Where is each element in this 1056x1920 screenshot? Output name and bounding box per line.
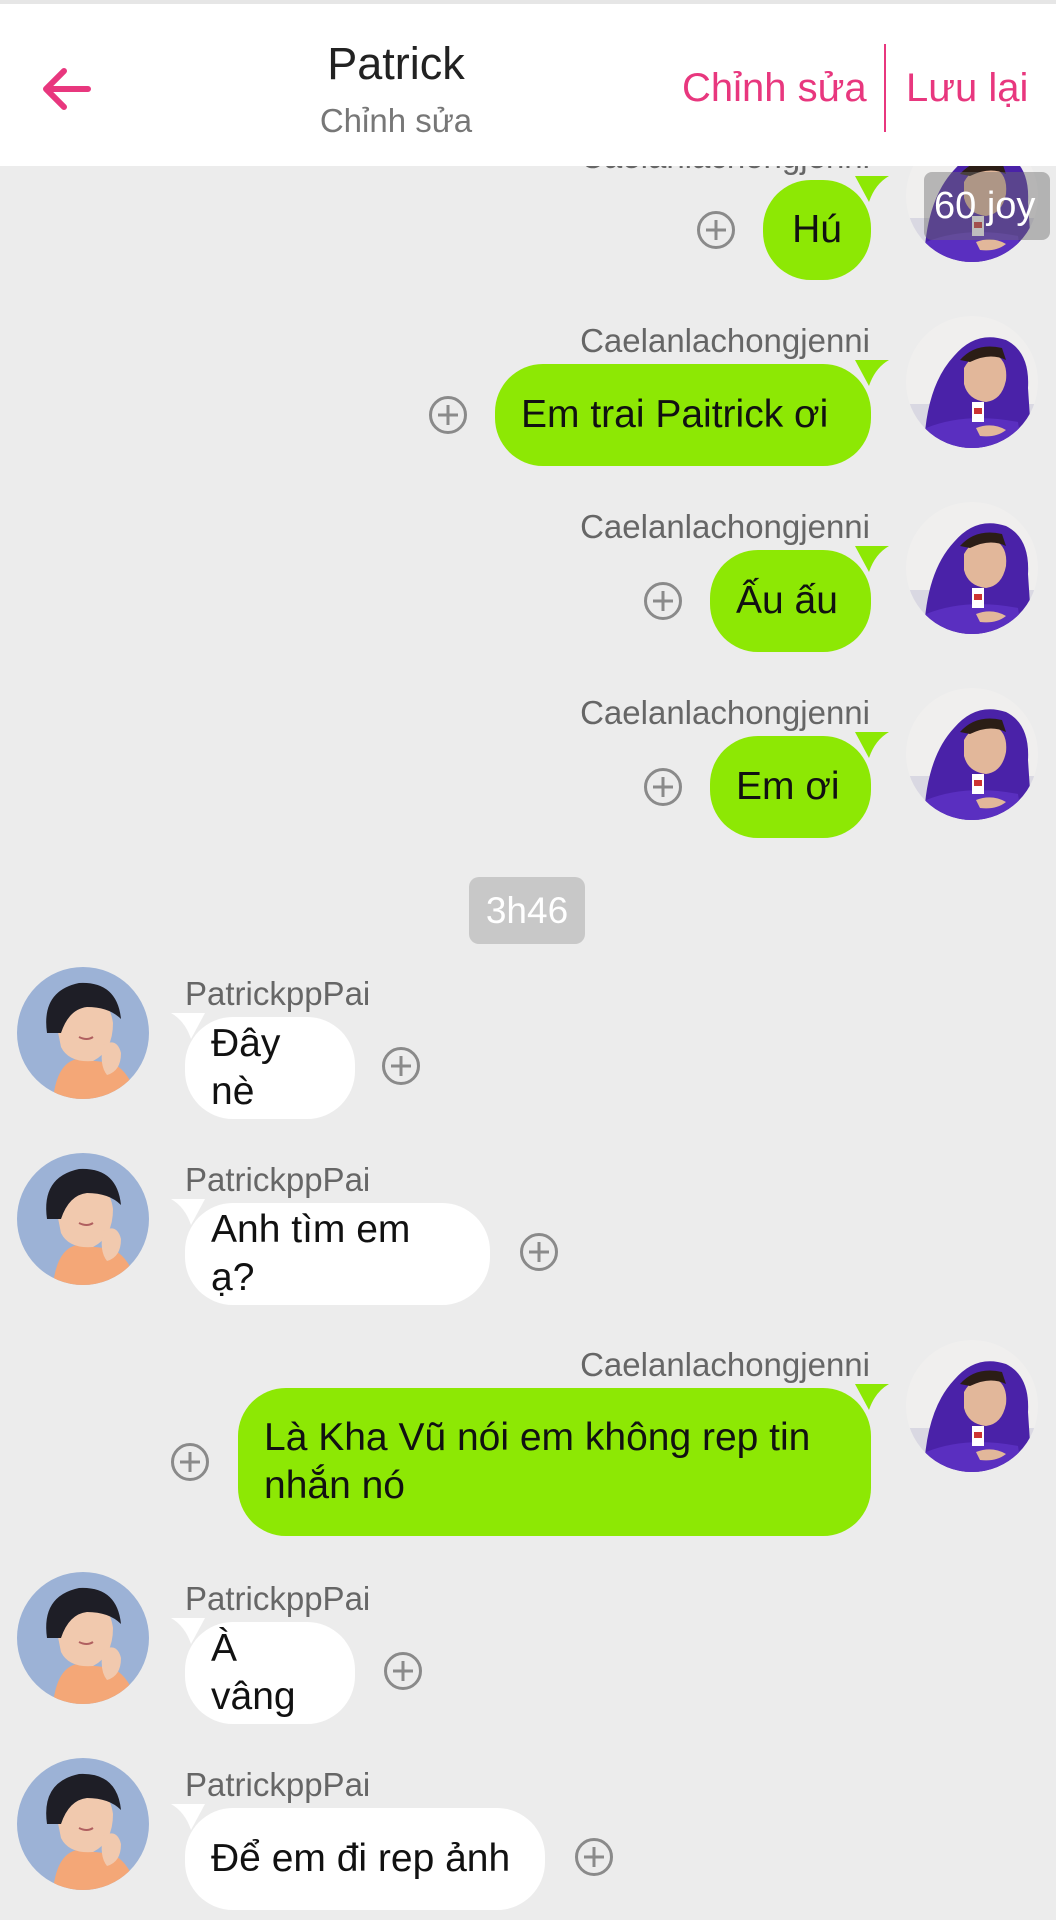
sender-name: PatrickppPai	[185, 1580, 371, 1617]
avatar[interactable]	[17, 967, 149, 1099]
message-bubble[interactable]: Là Kha Vũ nói em không rep tin nhắn nó	[238, 1388, 871, 1536]
add-reaction-button[interactable]	[429, 396, 467, 434]
sender-name: Caelanlachongjenni	[580, 322, 870, 359]
joy-badge: 60 joy	[924, 172, 1050, 240]
message-text: À vâng	[211, 1627, 296, 1718]
message-bubble[interactable]: Ấu ấu	[710, 550, 871, 652]
message-bubble[interactable]: Em trai Paitrick ơi	[495, 364, 871, 466]
bubble-tail	[855, 360, 889, 386]
edit-button[interactable]: Chỉnh sửa	[682, 66, 867, 111]
avatar[interactable]	[906, 1340, 1038, 1472]
message-text: Hú	[792, 208, 842, 252]
add-reaction-button[interactable]	[644, 768, 682, 806]
message-text: Ấu ấu	[736, 579, 838, 623]
sender-name: Caelanlachongjenni	[580, 508, 870, 545]
bubble-tail	[855, 1384, 889, 1410]
add-reaction-button[interactable]	[384, 1652, 422, 1690]
add-reaction-button[interactable]	[644, 582, 682, 620]
bubble-tail	[855, 732, 889, 758]
message-bubble[interactable]: Để em đi rep ảnh	[185, 1808, 545, 1910]
message-bubble[interactable]: Anh tìm em ạ?	[185, 1203, 490, 1305]
avatar[interactable]	[17, 1153, 149, 1285]
message-bubble[interactable]: Em ơi	[710, 736, 871, 838]
sender-name: PatrickppPai	[185, 1766, 371, 1803]
page-subtitle: Chỉnh sửa	[319, 102, 473, 139]
message-text: Là Kha Vũ nói em không rep tin nhắn nó	[264, 1416, 811, 1507]
avatar[interactable]	[17, 1758, 149, 1890]
message-bubble[interactable]: Đây nè	[185, 1017, 355, 1119]
avatar[interactable]	[906, 502, 1038, 634]
add-reaction-button[interactable]	[575, 1838, 613, 1876]
message-text: Để em đi rep ảnh	[211, 1837, 511, 1881]
add-reaction-button[interactable]	[520, 1233, 558, 1271]
chat-area[interactable]: Caelanlachongjenni Hú Caelanlachongjenni…	[0, 0, 1056, 1920]
sender-name: Caelanlachongjenni	[580, 694, 870, 731]
message-text: Em trai Paitrick ơi	[521, 393, 829, 437]
bubble-tail	[855, 546, 889, 572]
message-text: Anh tìm em ạ?	[211, 1208, 411, 1299]
time-divider: 3h46	[469, 877, 585, 944]
message-text: Em ơi	[736, 765, 840, 809]
add-reaction-button[interactable]	[697, 211, 735, 249]
sender-name: Caelanlachongjenni	[580, 1346, 870, 1383]
sender-name: PatrickppPai	[185, 975, 371, 1012]
message-bubble[interactable]: À vâng	[185, 1622, 355, 1724]
page-title: Patrick	[327, 38, 465, 89]
avatar[interactable]	[906, 316, 1038, 448]
add-reaction-button[interactable]	[171, 1443, 209, 1481]
message-text: Đây nè	[211, 1022, 281, 1113]
avatar[interactable]	[906, 688, 1038, 820]
avatar[interactable]	[17, 1572, 149, 1704]
add-reaction-button[interactable]	[382, 1047, 420, 1085]
header-divider	[884, 44, 886, 132]
bubble-tail	[855, 176, 889, 202]
top-bar: Patrick Chỉnh sửa Chỉnh sửa Lưu lại	[0, 0, 1056, 166]
save-button[interactable]: Lưu lại	[906, 66, 1028, 111]
sender-name: PatrickppPai	[185, 1161, 371, 1198]
